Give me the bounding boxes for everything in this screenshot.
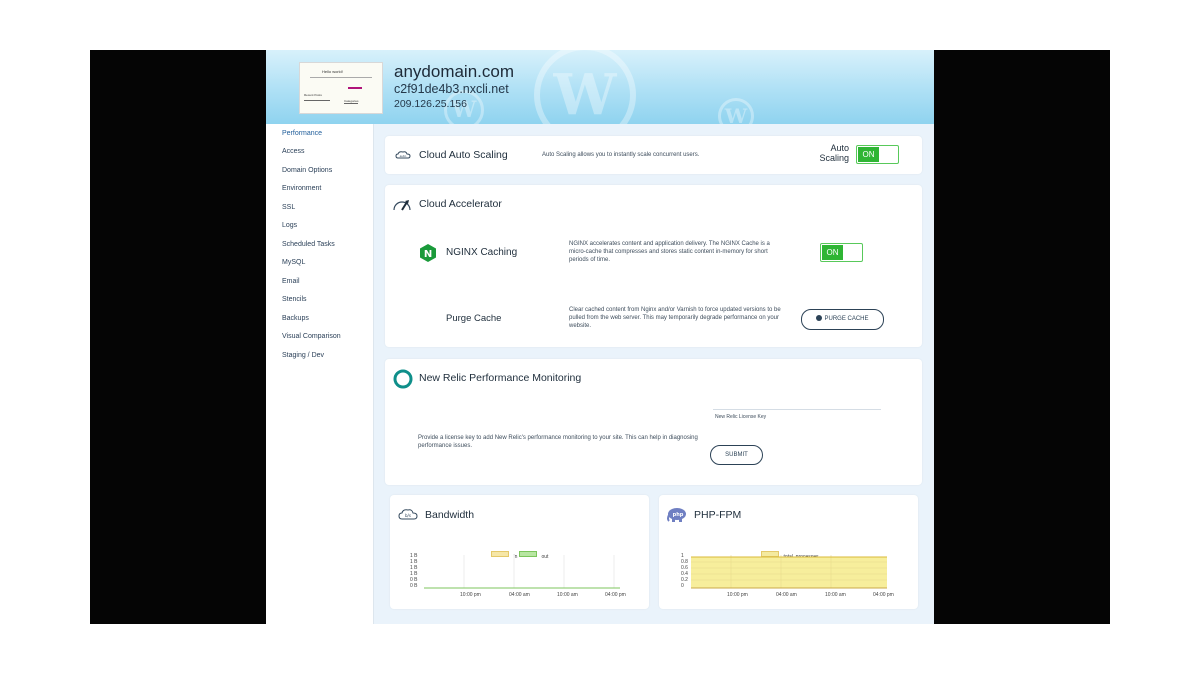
nginx-caching-toggle[interactable]: ON [820, 243, 863, 262]
x-tick: 10:00 pm [460, 592, 481, 598]
sidebar-item-staging-dev[interactable]: Staging / Dev [282, 352, 324, 359]
sidebar-item-access[interactable]: Access [282, 148, 305, 155]
site-domain-title: anydomain.com [394, 62, 515, 81]
new-relic-card: New Relic Performance Monitoring Provide… [385, 359, 922, 485]
new-relic-icon [393, 369, 413, 389]
bandwidth-plot [424, 555, 620, 589]
submit-button[interactable]: SUBMIT [710, 445, 763, 465]
new-relic-title: New Relic Performance Monitoring [419, 372, 582, 384]
site-thumbnail[interactable]: Hello world! Recent Posts Categories [299, 62, 383, 114]
sidebar-item-scheduled-tasks[interactable]: Scheduled Tasks [282, 241, 335, 248]
thumbnail-recent-posts: Recent Posts [304, 93, 322, 97]
svg-text:b/s: b/s [405, 513, 411, 518]
nginx-caching-label: NGINX Caching [446, 247, 518, 258]
bandwidth-card: b/s Bandwidth in out 1 B 1 B 1 B 1 B 0 B… [390, 495, 649, 609]
license-key-field[interactable]: New Relic License Key [713, 409, 881, 423]
sidebar-item-email[interactable]: Email [282, 278, 300, 285]
php-fpm-plot [691, 555, 887, 589]
sidebar-nav: Performance Access Domain Options Enviro… [266, 124, 374, 624]
auto-scaling-icon: auto [395, 151, 411, 159]
accelerator-title: Cloud Accelerator [419, 198, 502, 210]
wordpress-watermark-small-icon: W [718, 98, 754, 124]
x-tick: 10:00 am [557, 592, 578, 598]
x-tick: 04:00 pm [605, 592, 626, 598]
svg-text:N: N [424, 249, 432, 260]
site-ip-address: 209.126.25.156 [394, 98, 467, 110]
auto-scaling-toggle-label: Auto Scaling [819, 143, 849, 163]
purge-cache-label: Purge Cache [446, 313, 502, 324]
license-key-label: New Relic License Key [715, 414, 767, 420]
site-header: W W W Hello world! Recent Posts Categori… [266, 50, 934, 124]
php-fpm-card: php PHP-FPM total_processes 1 0.8 0.6 0.… [659, 495, 918, 609]
sidebar-item-stencils[interactable]: Stencils [282, 296, 307, 303]
purge-cache-description: Clear cached content from Nginx and/or V… [569, 307, 781, 329]
x-tick: 04:00 am [509, 592, 530, 598]
purge-icon [816, 315, 823, 322]
purge-cache-button[interactable]: PURGE CACHE [801, 309, 884, 330]
auto-scaling-card: auto Cloud Auto Scaling Auto Scaling all… [385, 136, 922, 174]
x-tick: 04:00 pm [873, 592, 894, 598]
wordpress-watermark-icon: W [534, 50, 636, 124]
sidebar-item-logs[interactable]: Logs [282, 222, 297, 229]
php-elephant-icon: php [667, 508, 686, 522]
new-relic-description: Provide a license key to add New Relic's… [418, 435, 698, 449]
site-hostname: c2f91de4b3.nxcli.net [394, 82, 509, 96]
svg-text:auto: auto [400, 154, 407, 158]
submit-button-label: SUBMIT [725, 452, 748, 458]
sidebar-item-ssl[interactable]: SSL [282, 204, 295, 211]
toggle-on-label: ON [822, 245, 843, 260]
y-tick: 0 B [410, 583, 418, 589]
svg-text:php: php [673, 512, 684, 518]
x-tick: 04:00 am [776, 592, 797, 598]
auto-scaling-description: Auto Scaling allows you to instantly sca… [542, 152, 700, 158]
bandwidth-icon: b/s [398, 509, 418, 520]
toggle-on-label: ON [858, 147, 879, 162]
accelerator-gauge-icon [393, 200, 411, 211]
sidebar-item-visual-comparison[interactable]: Visual Comparison [282, 333, 341, 340]
sidebar-item-backups[interactable]: Backups [282, 315, 309, 322]
nginx-description: NGINX accelerates content and applicatio… [569, 241, 770, 263]
sidebar-item-performance[interactable]: Performance [282, 130, 322, 137]
sidebar-item-domain-options[interactable]: Domain Options [282, 167, 332, 174]
sidebar-item-mysql[interactable]: MySQL [282, 259, 305, 266]
dashboard-window: W W W Hello world! Recent Posts Categori… [266, 50, 934, 624]
sidebar-item-environment[interactable]: Environment [282, 185, 321, 192]
thumbnail-heading: Hello world! [322, 69, 343, 74]
auto-scaling-title: Cloud Auto Scaling [419, 149, 508, 161]
auto-scaling-toggle[interactable]: ON [856, 145, 899, 164]
accelerator-card: Cloud Accelerator N NGINX Caching NGINX … [385, 185, 922, 347]
series-total-area [691, 557, 887, 588]
x-tick: 10:00 am [825, 592, 846, 598]
y-tick: 0 [681, 583, 684, 589]
nginx-icon: N [420, 244, 436, 262]
purge-cache-button-label: PURGE CACHE [824, 316, 869, 322]
x-tick: 10:00 pm [727, 592, 748, 598]
bandwidth-title: Bandwidth [425, 509, 475, 521]
php-fpm-title: PHP-FPM [694, 509, 742, 521]
